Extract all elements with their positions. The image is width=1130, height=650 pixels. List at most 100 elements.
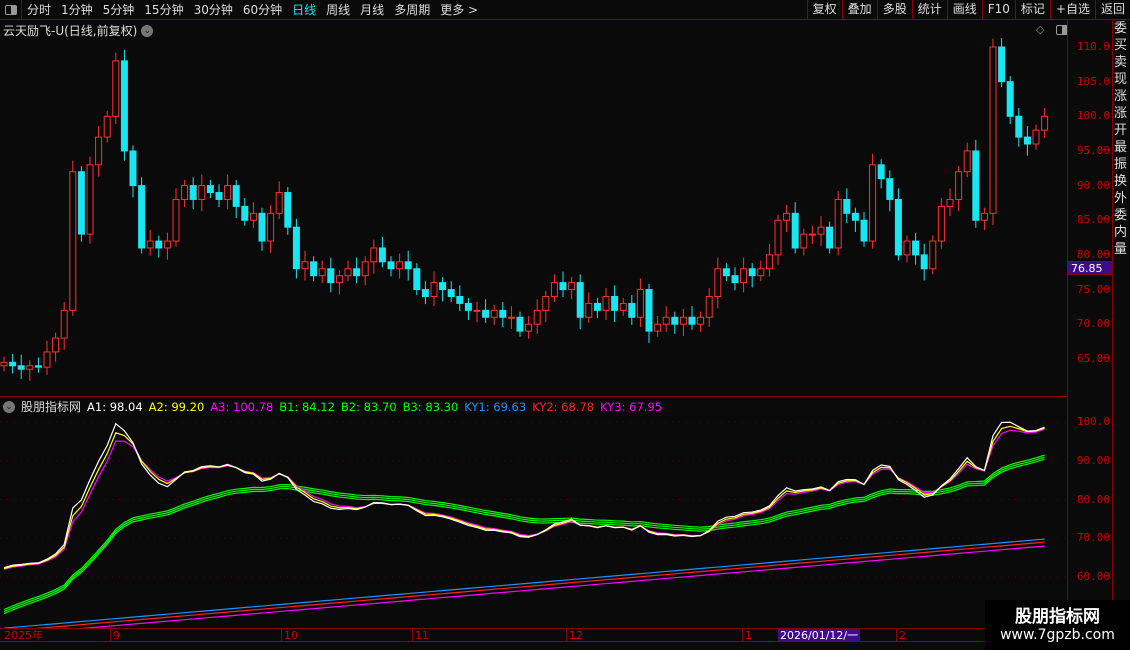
candle-body xyxy=(77,171,85,235)
candle xyxy=(292,218,300,279)
candle xyxy=(404,250,412,281)
candle xyxy=(241,198,249,226)
candle-body xyxy=(929,240,937,270)
candle-body xyxy=(430,282,438,297)
period-tab-9[interactable]: 多周期 xyxy=(389,1,435,18)
candle xyxy=(636,278,644,327)
candle xyxy=(834,191,842,256)
price-tick: 70.00 xyxy=(1076,317,1110,331)
candle-body xyxy=(998,46,1006,83)
candle-body xyxy=(662,316,670,325)
period-tab-7[interactable]: 周线 xyxy=(321,1,355,18)
candle-body xyxy=(103,115,111,138)
candle-body xyxy=(267,212,275,242)
tool-button-3[interactable]: 统计 xyxy=(911,0,947,20)
candle xyxy=(267,205,275,253)
indicator-tick: 70.00 xyxy=(1076,531,1110,545)
candle-body xyxy=(456,295,464,304)
candle-body xyxy=(138,185,146,249)
candle-body xyxy=(249,212,257,221)
side-strip-char: 量 xyxy=(1114,242,1128,257)
tool-button-4[interactable]: 画线 xyxy=(946,0,982,20)
tool-button-6[interactable]: 标记 xyxy=(1014,0,1050,20)
tool-button-5[interactable]: F10 xyxy=(981,0,1015,20)
price-tick: 100.0 xyxy=(1076,109,1110,123)
candle-body xyxy=(877,164,885,180)
date-label: 2 xyxy=(896,629,906,642)
candle xyxy=(800,228,808,256)
candle-body xyxy=(955,171,963,200)
candle xyxy=(26,360,34,382)
candle-body xyxy=(224,185,232,200)
period-tab-3[interactable]: 15分钟 xyxy=(139,1,188,18)
candle xyxy=(129,145,137,198)
candle xyxy=(748,263,756,288)
candle xyxy=(955,166,963,212)
candle-body xyxy=(619,302,627,311)
period-tab-4[interactable]: 30分钟 xyxy=(189,1,238,18)
candle xyxy=(43,340,51,375)
candle-body xyxy=(155,240,163,249)
candle xyxy=(361,256,369,286)
indicator-chart[interactable] xyxy=(0,397,1067,628)
candle xyxy=(378,236,386,268)
candle-body xyxy=(353,268,361,277)
candle-body xyxy=(834,198,842,249)
period-tab-1[interactable]: 1分钟 xyxy=(56,1,98,18)
period-tab-8[interactable]: 月线 xyxy=(355,1,389,18)
period-tab-5[interactable]: 60分钟 xyxy=(238,1,287,18)
period-tab-10[interactable]: 更多 > xyxy=(435,1,483,18)
indicator-tick: 80.00 xyxy=(1076,492,1110,506)
price-tick: 95.00 xyxy=(1076,143,1110,157)
candlestick-chart[interactable] xyxy=(0,38,1067,396)
diamond-icon[interactable]: ◇ xyxy=(1036,23,1044,36)
candle-body xyxy=(585,302,593,318)
watermark: 股朋指标网 www.7gpzb.com xyxy=(985,600,1130,650)
candle xyxy=(430,271,438,307)
candle xyxy=(301,250,309,281)
chevron-down-icon[interactable]: ⌄ xyxy=(141,24,154,37)
tool-button-0[interactable]: 复权 xyxy=(806,0,842,20)
candle xyxy=(679,308,687,336)
side-strip-char: 外 xyxy=(1114,191,1128,206)
candle xyxy=(783,205,791,233)
candle xyxy=(95,126,103,177)
candle-body xyxy=(705,295,713,318)
side-strip-char: 涨 xyxy=(1114,89,1128,104)
candle-body xyxy=(17,365,25,370)
date-label: 1 xyxy=(742,629,752,642)
period-tab-6[interactable]: 日线 xyxy=(287,1,321,18)
candle xyxy=(912,232,920,265)
period-tab-2[interactable]: 5分钟 xyxy=(98,1,140,18)
candle xyxy=(155,235,163,258)
candle-body xyxy=(688,316,696,325)
period-tab-0[interactable]: 分时 xyxy=(22,1,56,18)
price-tick: 65.00 xyxy=(1076,351,1110,365)
candle xyxy=(611,285,619,323)
candle xyxy=(843,188,851,224)
side-info-strip: 委买卖现涨涨开最振换外委内量 xyxy=(1114,20,1130,650)
tool-button-1[interactable]: 叠加 xyxy=(841,0,877,20)
candle-body xyxy=(533,309,541,325)
candle-body xyxy=(43,351,51,368)
candle-body xyxy=(26,365,34,370)
candle-body xyxy=(740,268,748,284)
candle-body xyxy=(241,205,249,221)
price-axis: 110.0 105.0 100.0 95.00 90.00 85.00 80.00 75.00… xyxy=(1067,20,1113,628)
candle-body xyxy=(972,150,980,221)
tool-button-2[interactable]: 多股 xyxy=(876,0,912,20)
candle-body xyxy=(499,309,507,318)
candle-body xyxy=(636,289,644,318)
candle-body xyxy=(628,302,636,318)
tool-button-7[interactable]: +自选 xyxy=(1049,0,1095,20)
candle xyxy=(654,315,662,337)
candle xyxy=(929,235,937,275)
period-toolbar: 分时 1分钟 5分钟 15分钟 30分钟 60分钟 日线 周线 月线 多周期 更多 > 复权 叠加 多股… xyxy=(0,0,1130,20)
candle xyxy=(697,311,705,332)
side-strip-char: 内 xyxy=(1114,225,1128,240)
candle-body xyxy=(396,261,404,270)
layout-toggle-button[interactable] xyxy=(0,0,22,20)
tool-button-8[interactable]: 返回 xyxy=(1094,0,1130,20)
candle-body xyxy=(327,268,335,284)
candle xyxy=(52,332,60,362)
